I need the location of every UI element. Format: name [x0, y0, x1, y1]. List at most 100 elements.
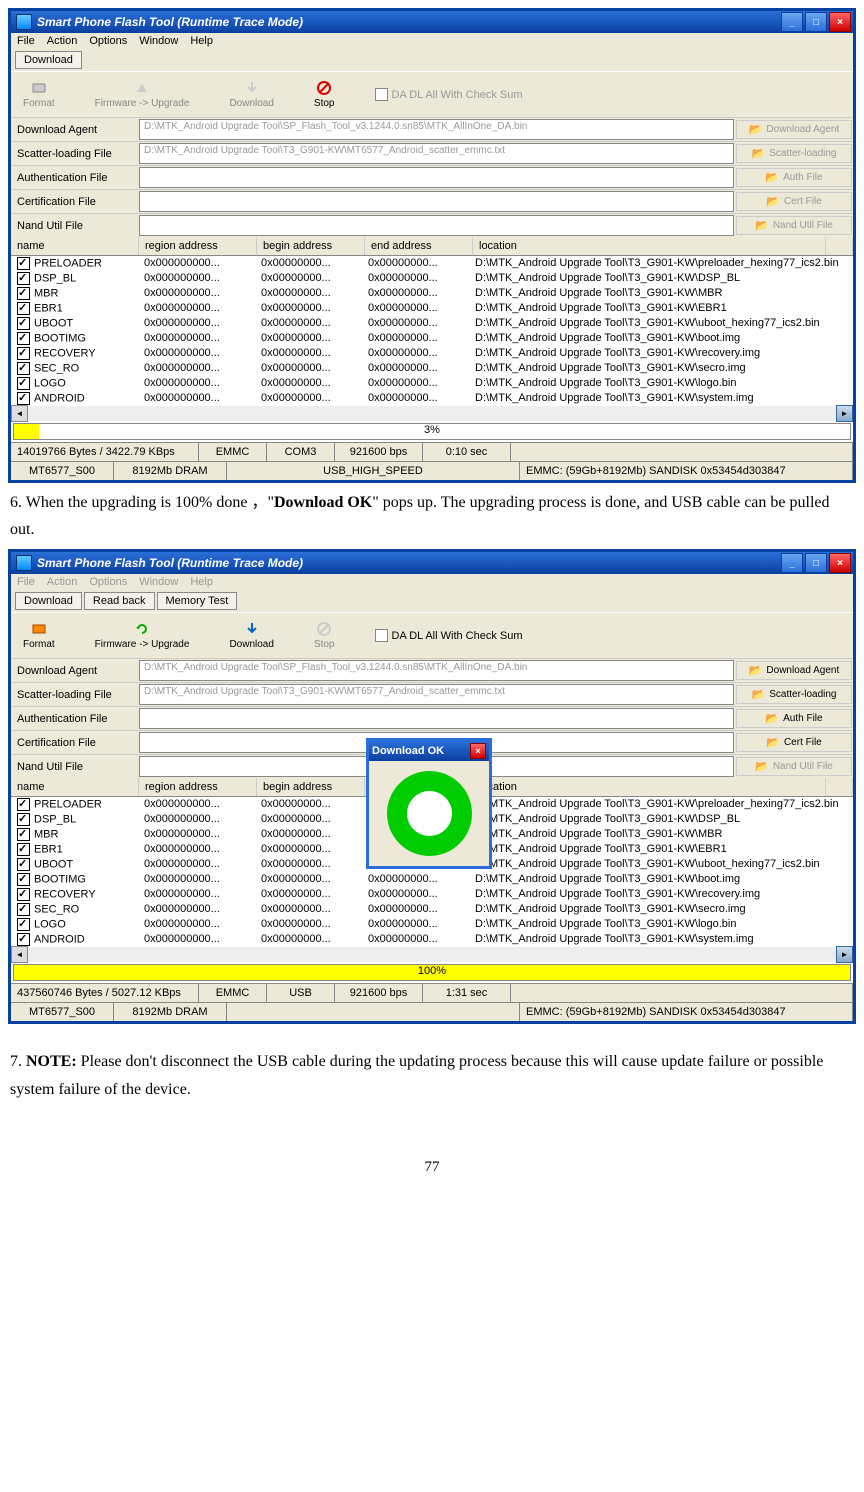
download-button[interactable]: Download	[229, 621, 273, 650]
folder-icon: 📂	[752, 147, 766, 160]
row-checkbox[interactable]	[17, 257, 30, 270]
format-button[interactable]: Format	[23, 621, 55, 650]
row-checkbox[interactable]	[17, 392, 30, 405]
cert-button[interactable]: 📂Cert File	[736, 192, 852, 211]
row-checkbox[interactable]	[17, 813, 30, 826]
firmware-button[interactable]: Firmware -> Upgrade	[95, 621, 190, 650]
col-region[interactable]: region address	[139, 237, 257, 255]
table-row[interactable]: LOGO0x000000000...0x00000000...0x0000000…	[11, 917, 853, 932]
row-checkbox[interactable]	[17, 903, 30, 916]
da-button[interactable]: 📂Download Agent	[736, 120, 852, 139]
stop-button[interactable]: Stop	[314, 80, 335, 109]
table-row[interactable]: RECOVERY0x000000000...0x00000000...0x000…	[11, 346, 853, 361]
row-checkbox[interactable]	[17, 377, 30, 390]
menu-action[interactable]: Action	[47, 576, 78, 588]
row-checkbox[interactable]	[17, 362, 30, 375]
table-row[interactable]: UBOOT0x000000000...0x00000000...0x000000…	[11, 316, 853, 331]
row-checkbox[interactable]	[17, 347, 30, 360]
download-icon	[244, 80, 260, 96]
row-checkbox[interactable]	[17, 302, 30, 315]
folder-icon: 📂	[755, 219, 769, 232]
maximize-button[interactable]: □	[805, 553, 827, 573]
close-button[interactable]: ×	[829, 12, 851, 32]
menu-help[interactable]: Help	[190, 576, 213, 588]
cert-button[interactable]: 📂Cert File	[736, 733, 852, 752]
tab-memtest[interactable]: Memory Test	[157, 592, 238, 610]
table-row[interactable]: ANDROID0x000000000...0x00000000...0x0000…	[11, 391, 853, 406]
status-bytes: 14019766 Bytes / 3422.79 KBps	[11, 443, 199, 461]
scroll-right[interactable]: ►	[836, 405, 853, 422]
auth-button[interactable]: 📂Auth File	[736, 168, 852, 187]
checksum-label: DA DL All With Check Sum	[392, 89, 523, 101]
menu-file[interactable]: File	[17, 35, 35, 47]
col-begin[interactable]: begin address	[257, 237, 365, 255]
nand-button[interactable]: 📂Nand Util File	[736, 757, 852, 776]
scroll-right[interactable]: ►	[836, 946, 853, 963]
scatter-input[interactable]: D:\MTK_Android Upgrade Tool\T3_G901-KW\M…	[139, 143, 734, 164]
scroll-left[interactable]: ◄	[11, 405, 28, 422]
format-label: Format	[23, 98, 55, 109]
tab-download[interactable]: Download	[15, 51, 82, 69]
table-row[interactable]: SEC_RO0x000000000...0x00000000...0x00000…	[11, 902, 853, 917]
folder-icon: 📂	[752, 688, 766, 701]
row-checkbox[interactable]	[17, 933, 30, 946]
menu-options[interactable]: Options	[89, 576, 127, 588]
col-name[interactable]: name	[11, 237, 139, 255]
table-row[interactable]: ANDROID0x000000000...0x00000000...0x0000…	[11, 932, 853, 947]
scroll-left[interactable]: ◄	[11, 946, 28, 963]
col-location[interactable]: location	[473, 237, 826, 255]
table-row[interactable]: BOOTIMG0x000000000...0x00000000...0x0000…	[11, 872, 853, 887]
table-row[interactable]: PRELOADER0x000000000...0x00000000...0x00…	[11, 256, 853, 271]
menu-options[interactable]: Options	[89, 35, 127, 47]
menu-help[interactable]: Help	[190, 35, 213, 47]
row-checkbox[interactable]	[17, 873, 30, 886]
table-row[interactable]: MBR0x000000000...0x00000000...0x00000000…	[11, 286, 853, 301]
tab-readback[interactable]: Read back	[84, 592, 155, 610]
menu-action[interactable]: Action	[47, 35, 78, 47]
row-checkbox[interactable]	[17, 272, 30, 285]
row-checkbox[interactable]	[17, 918, 30, 931]
da-input[interactable]: D:\MTK_Android Upgrade Tool\SP_Flash_Too…	[139, 119, 734, 140]
table-row[interactable]: SEC_RO0x000000000...0x00000000...0x00000…	[11, 361, 853, 376]
table-row[interactable]: EBR10x000000000...0x00000000...0x0000000…	[11, 301, 853, 316]
popup-close-button[interactable]: ×	[470, 743, 486, 759]
folder-icon: 📂	[766, 736, 780, 749]
cert-input[interactable]	[139, 191, 734, 212]
row-checkbox[interactable]	[17, 798, 30, 811]
scatter-button[interactable]: 📂Scatter-loading	[736, 685, 852, 704]
scroll-track[interactable]	[28, 406, 836, 421]
table-row[interactable]: BOOTIMG0x000000000...0x00000000...0x0000…	[11, 331, 853, 346]
auth-input[interactable]	[139, 167, 734, 188]
auth-button[interactable]: 📂Auth File	[736, 709, 852, 728]
nand-input[interactable]	[139, 215, 734, 236]
row-checkbox[interactable]	[17, 843, 30, 856]
table-row[interactable]: RECOVERY0x000000000...0x00000000...0x000…	[11, 887, 853, 902]
menu-file[interactable]: File	[17, 576, 35, 588]
tab-download[interactable]: Download	[15, 592, 82, 610]
row-checkbox[interactable]	[17, 858, 30, 871]
app-icon	[16, 14, 32, 30]
download-icon	[244, 621, 260, 637]
success-ring-icon	[387, 771, 472, 856]
close-button[interactable]: ×	[829, 553, 851, 573]
da-button[interactable]: 📂Download Agent	[736, 661, 852, 680]
row-checkbox[interactable]	[17, 888, 30, 901]
table-row[interactable]: DSP_BL0x000000000...0x00000000...0x00000…	[11, 271, 853, 286]
row-checkbox[interactable]	[17, 317, 30, 330]
minimize-button[interactable]: _	[781, 553, 803, 573]
row-checkbox[interactable]	[17, 828, 30, 841]
checksum-checkbox[interactable]	[375, 88, 388, 101]
col-end[interactable]: end address	[365, 237, 473, 255]
menu-window[interactable]: Window	[139, 35, 178, 47]
scatter-button[interactable]: 📂Scatter-loading	[736, 144, 852, 163]
scroll-up[interactable]	[826, 237, 853, 255]
row-checkbox[interactable]	[17, 332, 30, 345]
checksum-checkbox[interactable]	[375, 629, 388, 642]
table-row[interactable]: LOGO0x000000000...0x00000000...0x0000000…	[11, 376, 853, 391]
row-checkbox[interactable]	[17, 287, 30, 300]
minimize-button[interactable]: _	[781, 12, 803, 32]
app-window-2: Smart Phone Flash Tool (Runtime Trace Mo…	[8, 549, 856, 1024]
nand-button[interactable]: 📂Nand Util File	[736, 216, 852, 235]
maximize-button[interactable]: □	[805, 12, 827, 32]
menu-window[interactable]: Window	[139, 576, 178, 588]
